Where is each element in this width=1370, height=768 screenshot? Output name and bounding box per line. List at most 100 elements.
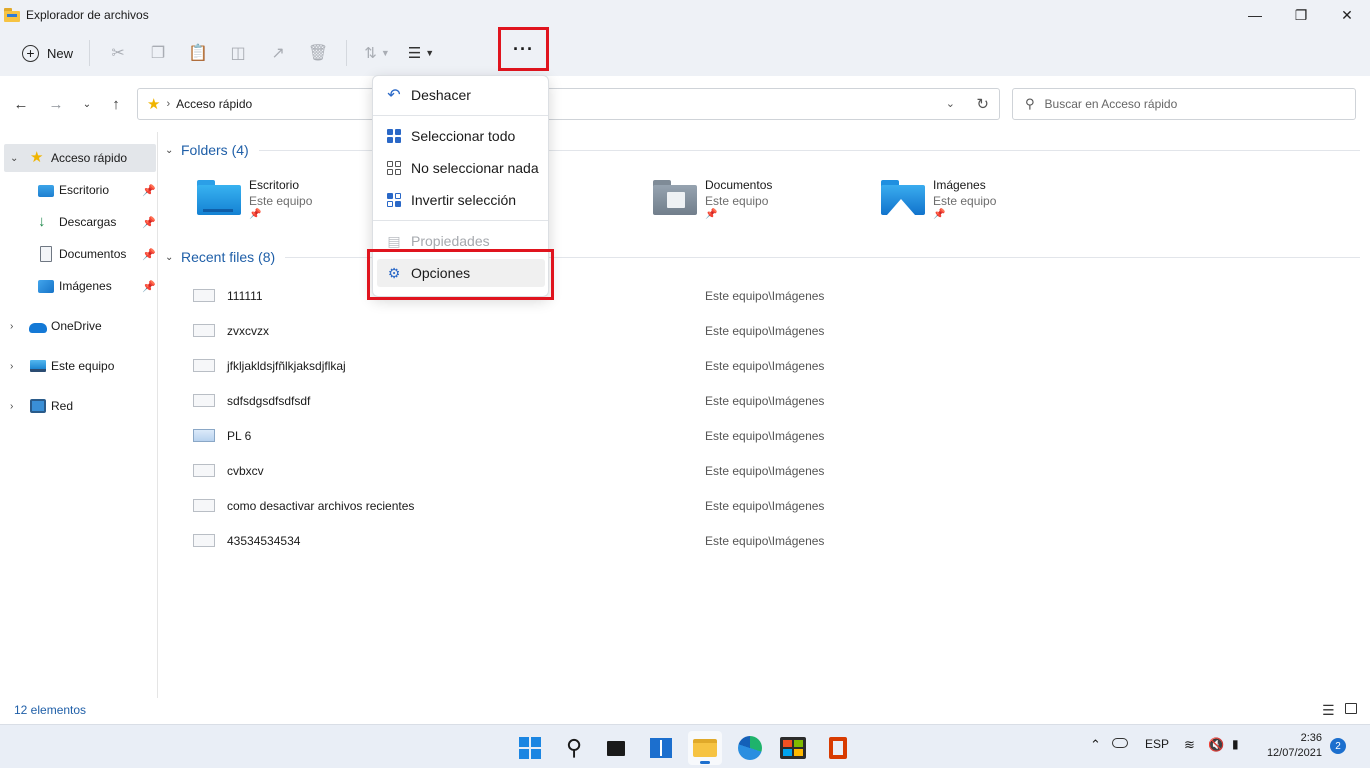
- close-button[interactable]: ✕: [1324, 0, 1370, 30]
- chevron-down-icon[interactable]: ⌄: [165, 252, 177, 263]
- sidebar-item-desktop[interactable]: Escritorio 📌: [0, 176, 157, 204]
- chevron-down-icon[interactable]: ⌄: [946, 97, 955, 110]
- menu-item-label: Seleccionar todo: [411, 128, 516, 144]
- toolbar-divider: [89, 40, 91, 66]
- folder-tile-pictures[interactable]: Imágenes Este equipo 📌: [881, 176, 1101, 226]
- language-indicator[interactable]: ESP: [1145, 737, 1169, 751]
- recent-locations-button[interactable]: ⌄: [76, 94, 98, 114]
- star-icon: ★: [147, 96, 161, 113]
- notification-badge[interactable]: 2: [1330, 738, 1346, 754]
- plus-icon: +: [22, 44, 39, 62]
- menu-item-label: No seleccionar nada: [411, 160, 539, 176]
- recent-file-row[interactable]: como desactivar archivos recientes Este …: [193, 496, 993, 516]
- chevron-down-icon: ▼: [380, 48, 390, 58]
- paste-icon: 📋: [188, 45, 208, 62]
- recent-file-row[interactable]: 43534534534 Este equipo\Imágenes: [193, 531, 993, 551]
- window-title: Explorador de archivos: [26, 8, 149, 22]
- chevron-up-icon[interactable]: ⌃: [1090, 737, 1101, 753]
- search-box[interactable]: ⚲: [1012, 88, 1356, 120]
- chevron-right-icon[interactable]: ›: [10, 321, 13, 332]
- widgets-button[interactable]: [644, 731, 678, 765]
- task-view-icon: [607, 740, 625, 756]
- sidebar-item-documents[interactable]: Documentos 📌: [0, 240, 157, 268]
- edge-button[interactable]: [733, 731, 767, 765]
- maximize-button[interactable]: ❐: [1278, 0, 1324, 30]
- paste-button[interactable]: 📋: [178, 37, 218, 69]
- search-button[interactable]: ⚲: [557, 731, 591, 765]
- recent-file-row[interactable]: PL 6 Este equipo\Imágenes: [193, 426, 993, 446]
- pin-icon: 📌: [705, 209, 718, 220]
- menu-item-select-none[interactable]: No seleccionar nada: [377, 154, 545, 182]
- folder-tile-documents[interactable]: Documentos Este equipo 📌: [653, 176, 873, 226]
- sidebar-item-quick-access[interactable]: ⌄ ★ Acceso rápido: [4, 144, 156, 172]
- chevron-right-icon[interactable]: ›: [10, 361, 13, 372]
- menu-item-invert-selection[interactable]: Invertir selección: [377, 186, 545, 214]
- search-input[interactable]: [1044, 97, 1325, 111]
- wifi-icon[interactable]: ≋: [1184, 737, 1195, 753]
- sort-button[interactable]: ⇅ ▼: [355, 37, 399, 69]
- recent-file-row[interactable]: 111111 Este equipo\Imágenes: [193, 286, 993, 306]
- sidebar-item-this-pc[interactable]: › Este equipo: [0, 352, 157, 380]
- up-button[interactable]: ↑: [105, 94, 127, 114]
- recent-file-row[interactable]: sdfsdgsdfsdfsdf Este equipo\Imágenes: [193, 391, 993, 411]
- menu-divider: [373, 220, 548, 221]
- file-name: zvxcvzx: [227, 324, 269, 338]
- office-button[interactable]: [821, 731, 855, 765]
- new-button[interactable]: + New: [14, 37, 81, 69]
- address-bar[interactable]: ★ › Acceso rápido ⌄ ↻: [137, 88, 1000, 120]
- search-icon: ⚲: [1025, 96, 1035, 111]
- options-highlight-box: [367, 249, 554, 300]
- view-button[interactable]: ☰ ▼: [399, 37, 443, 69]
- task-view-button[interactable]: [599, 731, 633, 765]
- store-button[interactable]: [776, 731, 810, 765]
- minimize-button[interactable]: —: [1232, 0, 1278, 30]
- chevron-down-icon: ⌄: [82, 98, 92, 110]
- recent-files-section-header[interactable]: ⌄ Recent files (8): [165, 249, 1360, 265]
- back-button[interactable]: ←: [10, 94, 32, 114]
- refresh-icon[interactable]: ↻: [976, 95, 989, 113]
- rename-button[interactable]: ◫: [218, 37, 258, 69]
- store-bag-icon: [780, 737, 806, 759]
- folders-header: Folders (4): [181, 142, 249, 158]
- file-location: Este equipo\Imágenes: [705, 534, 825, 548]
- cut-button[interactable]: ✂: [98, 37, 138, 69]
- recent-file-row[interactable]: zvxcvzx Este equipo\Imágenes: [193, 321, 993, 341]
- forward-button[interactable]: →: [45, 94, 67, 114]
- chevron-down-icon[interactable]: ⌄: [165, 145, 177, 156]
- see-more-button[interactable]: ···: [498, 27, 549, 71]
- battery-icon[interactable]: ▮: [1232, 737, 1239, 751]
- chevron-down-icon[interactable]: ⌄: [10, 153, 18, 164]
- desktop-icon: [38, 185, 54, 197]
- sidebar-item-downloads[interactable]: ↓ Descargas 📌: [0, 208, 157, 236]
- sidebar-item-pictures[interactable]: Imágenes 📌: [0, 272, 157, 300]
- clock[interactable]: 2:36 12/07/2021: [1262, 731, 1322, 761]
- delete-button[interactable]: 🗑: [298, 37, 338, 69]
- chevron-right-icon[interactable]: ›: [10, 401, 13, 412]
- cloud-icon[interactable]: [1112, 737, 1128, 751]
- chevron-down-icon: ▼: [425, 48, 435, 58]
- file-thumbnail-icon: [193, 289, 215, 302]
- share-button[interactable]: ↗: [258, 37, 298, 69]
- sidebar-item-network[interactable]: › Red: [0, 392, 157, 420]
- folders-section-header[interactable]: ⌄ Folders (4): [165, 142, 1360, 158]
- edge-icon: [738, 736, 762, 760]
- menu-item-select-all[interactable]: Seleccionar todo: [377, 122, 545, 150]
- windows-logo-icon: [519, 737, 541, 759]
- recent-file-row[interactable]: cvbxcv Este equipo\Imágenes: [193, 461, 993, 481]
- start-button[interactable]: [513, 731, 547, 765]
- details-view-icon[interactable]: ☰: [1322, 702, 1335, 719]
- file-location: Este equipo\Imágenes: [705, 324, 825, 338]
- recent-file-row[interactable]: jfkljakldsjfñlkjaksdjflkaj Este equipo\I…: [193, 356, 993, 376]
- breadcrumb[interactable]: Acceso rápido: [176, 97, 252, 111]
- speaker-muted-icon[interactable]: 🔇: [1208, 737, 1224, 753]
- large-icons-view-icon[interactable]: [1345, 703, 1357, 714]
- file-explorer-taskbar-button[interactable]: [688, 731, 722, 765]
- sidebar-item-onedrive[interactable]: › OneDrive: [0, 312, 157, 340]
- copy-button[interactable]: ❐: [138, 37, 178, 69]
- ellipsis-icon: ···: [513, 38, 534, 59]
- menu-item-undo[interactable]: ↶ Deshacer: [377, 81, 545, 109]
- command-bar: + New ✂ ❐ 📋 ◫ ↗ 🗑 ⇅ ▼ ☰ ▼: [0, 30, 1370, 76]
- active-indicator: [700, 761, 710, 764]
- file-name: 111111: [227, 289, 263, 303]
- folder-name: Imágenes: [933, 178, 986, 192]
